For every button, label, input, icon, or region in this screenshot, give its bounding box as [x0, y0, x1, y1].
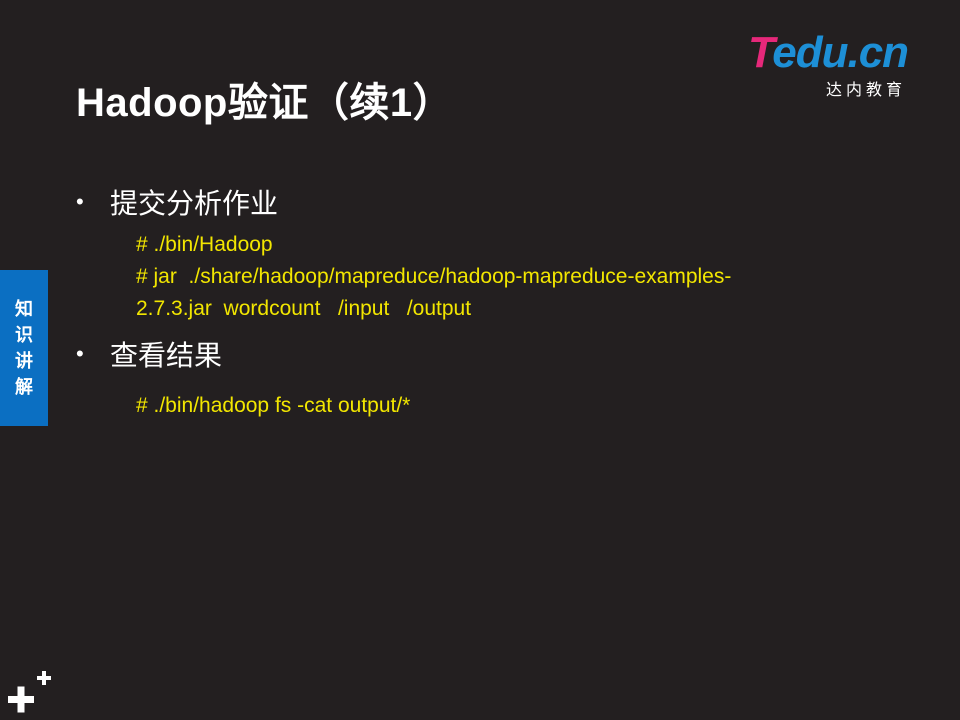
code-block-submit-job: # ./bin/Hadoop # jar ./share/hadoop/mapr…	[136, 233, 732, 320]
bullet-icon: •	[76, 189, 84, 214]
code-block-view-result: # ./bin/hadoop fs -cat output/*	[136, 394, 411, 417]
bullet-item-view-result: • 查看结果	[76, 334, 222, 374]
bullet-text: 提交分析作业	[110, 188, 279, 219]
logo-domain: edu.cn	[772, 28, 909, 77]
side-tab-label: 知识讲解	[15, 299, 33, 397]
bullet-icon: •	[76, 341, 84, 366]
plus-plus-icon	[8, 671, 51, 713]
logo-wordmark: Tedu.cn	[748, 28, 909, 78]
slide: Hadoop验证（续1） Tedu.cn 达内教育 知识讲解 • 提交分析作业 …	[0, 0, 960, 720]
side-tab: 知识讲解	[0, 270, 48, 426]
bullet-item-submit-job: • 提交分析作业	[76, 182, 278, 222]
slide-title: Hadoop验证（续1）	[76, 81, 454, 125]
bullet-text: 查看结果	[110, 340, 223, 371]
logo-letter-t: T	[748, 28, 773, 77]
tedu-logo: Tedu.cn 达内教育	[748, 28, 928, 100]
logo-subtitle: 达内教育	[826, 82, 907, 99]
